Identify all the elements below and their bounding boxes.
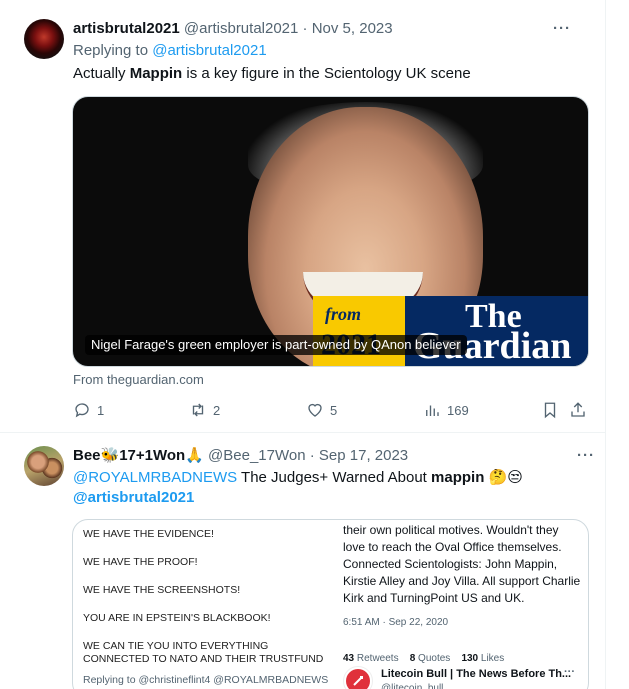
tweet-text-part: Actually	[73, 65, 130, 82]
card-caption: Nigel Farage's green employer is part-ow…	[85, 335, 467, 355]
image-text-line: WE HAVE THE PROOF!	[83, 556, 198, 568]
badge-from: from	[325, 304, 361, 324]
reply-button[interactable]: 1	[73, 400, 104, 420]
replying-prefix: Replying to	[73, 42, 153, 59]
repost-count: 2	[213, 402, 221, 418]
tweet-header: artisbrutal2021 @artisbrutal2021 · Nov 5…	[73, 19, 393, 39]
tweet-text: @ROYALMRBADNEWS The Judges+ Warned About…	[73, 468, 523, 488]
avatar[interactable]	[24, 446, 64, 486]
heart-icon	[308, 403, 322, 417]
avatar[interactable]	[24, 19, 64, 59]
views-count: 169	[447, 402, 469, 418]
quoted-handle: @litecoin_bull	[381, 683, 444, 689]
display-name[interactable]: Bee🐝17+1Won🙏	[73, 447, 204, 464]
views-icon	[426, 405, 439, 416]
tweet-text-part: is a key figure in the Scientology UK sc…	[182, 65, 471, 82]
handle[interactable]: @artisbrutal2021	[184, 20, 298, 37]
tweet-text-bold: mappin	[431, 469, 485, 486]
link-card[interactable]: from 2021 The Guardian Nigel Farage's gr…	[72, 96, 589, 367]
tweet-header: Bee🐝17+1Won🙏 @Bee_17Won · Sep 17, 2023	[73, 446, 408, 466]
tweet-image[interactable]: WE HAVE THE EVIDENCE! WE HAVE THE PROOF!…	[72, 519, 589, 689]
share-icon	[571, 402, 585, 417]
share-button[interactable]	[569, 400, 587, 420]
like-count: 5	[330, 402, 338, 418]
from-badge: from 2021	[313, 296, 405, 366]
mention-link[interactable]: @artisbrutal2021	[73, 489, 194, 506]
tweet-text: Actually Mappin is a key figure in the S…	[73, 64, 471, 84]
image-timestamp: 6:51 AM · Sep 22, 2020	[343, 617, 449, 628]
image-text-line: YOU ARE IN EPSTEIN'S BLACKBOOK!	[83, 612, 271, 624]
guardian-logo: The Guardian	[405, 296, 588, 366]
image-reply-line: Replying to @christineflint4 @ROYALMRBAD…	[83, 674, 329, 686]
tweet-artisbrutal2021[interactable]: artisbrutal2021 @artisbrutal2021 · Nov 5…	[0, 0, 606, 433]
more-options-icon[interactable]: ···	[577, 447, 595, 464]
image-quoted-text: their own political motives. Wouldn't th…	[343, 523, 581, 605]
bookmark-button[interactable]	[541, 400, 559, 420]
image-text-line: WE HAVE THE SCREENSHOTS!	[83, 584, 241, 596]
repost-button[interactable]: 2	[189, 400, 220, 420]
tweet-text-line2: @artisbrutal2021	[73, 488, 194, 508]
replying-to-link[interactable]: @artisbrutal2021	[152, 42, 266, 59]
display-name[interactable]: artisbrutal2021	[73, 20, 180, 37]
separator: ·	[302, 20, 308, 37]
quoted-more-icon: ···	[564, 666, 575, 678]
mention-link[interactable]: @ROYALMRBADNEWS	[73, 469, 237, 486]
litecoin-bull-avatar	[343, 666, 373, 689]
views-button[interactable]: 169	[423, 400, 469, 420]
image-text-line: WE CAN TIE YOU INTO EVERYTHING	[83, 640, 269, 652]
tweet-text-part: The Judges+ Warned About	[237, 469, 432, 486]
bookmark-icon	[544, 402, 556, 419]
action-bar: 1 2 5 169	[73, 400, 593, 420]
tweet-emojis: 🤔😒	[484, 469, 523, 486]
repost-icon	[192, 403, 204, 417]
reply-icon	[75, 403, 89, 418]
timestamp[interactable]: Sep 17, 2023	[319, 447, 408, 464]
image-text-line: CONNECTED TO NATO AND THEIR TRUSTFUND	[83, 653, 324, 665]
handle[interactable]: @Bee_17Won	[208, 447, 306, 464]
image-quoted-account: Litecoin Bull | The News Before Th... @l…	[343, 660, 583, 689]
more-options-icon[interactable]: ···	[553, 20, 571, 37]
like-button[interactable]: 5	[306, 400, 337, 420]
card-domain[interactable]: From theguardian.com	[73, 372, 204, 387]
rocket-icon	[346, 669, 370, 689]
timestamp[interactable]: Nov 5, 2023	[312, 20, 393, 37]
tweet-text-bold: Mappin	[129, 65, 183, 82]
separator: ·	[309, 447, 315, 464]
replying-to: Replying to @artisbrutal2021	[73, 41, 267, 61]
image-text-line: WE HAVE THE EVIDENCE!	[83, 528, 214, 540]
reply-count: 1	[97, 402, 105, 418]
